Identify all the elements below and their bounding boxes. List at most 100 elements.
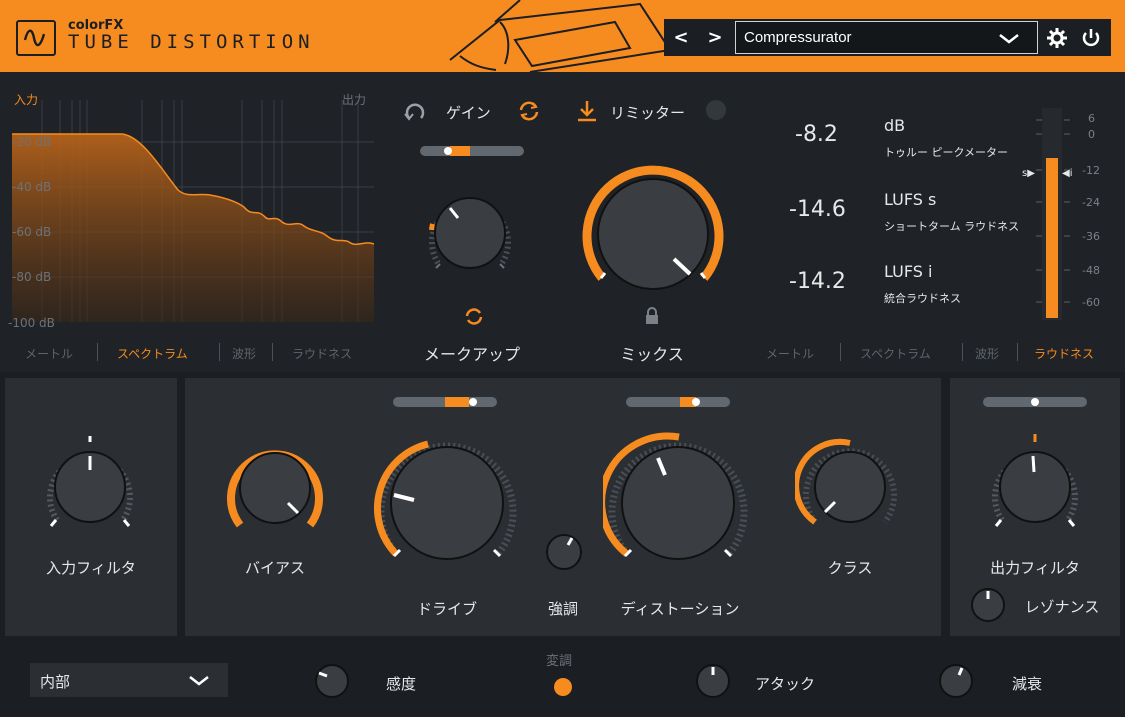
chevron-down-icon xyxy=(189,676,209,686)
bias-knob[interactable] xyxy=(220,433,330,533)
gain-label: ゲイン xyxy=(446,104,491,122)
distortion-knob[interactable] xyxy=(603,430,753,562)
tab-spectrum-left[interactable]: スペクトラム xyxy=(117,345,188,362)
distortion-label: ディストーション xyxy=(620,600,740,618)
db-tick: -80 dB xyxy=(12,270,52,284)
input-filter-label: 入力フィルタ xyxy=(46,559,136,577)
tab-meter-right[interactable]: メートル xyxy=(766,345,814,362)
gain-balance-slider[interactable] xyxy=(420,146,524,156)
makeup-link-icon[interactable] xyxy=(463,305,485,327)
spectrum-input-label: 入力 xyxy=(14,93,39,107)
product-name: TUBE DISTORTION xyxy=(68,31,315,53)
reset-icon[interactable] xyxy=(402,98,428,124)
drive-balance-handle[interactable] xyxy=(469,398,477,406)
output-filter-knob[interactable] xyxy=(980,432,1090,532)
makeup-knob[interactable] xyxy=(412,178,528,278)
short-term-desc: ショートターム ラウドネス xyxy=(884,220,1020,233)
meter-scale-label: 0 xyxy=(1088,128,1095,141)
mix-lock-icon[interactable] xyxy=(644,307,660,325)
tab-loudness-left[interactable]: ラウドネス xyxy=(292,345,352,362)
tab-spectrum-right[interactable]: スペクトラム xyxy=(860,345,931,362)
true-peak-unit: dB xyxy=(884,116,906,135)
tab-divider xyxy=(97,343,98,361)
decay-label: 減衰 xyxy=(1012,675,1043,693)
true-peak-value: -8.2 xyxy=(795,122,838,147)
drive-label: ドライブ xyxy=(416,600,477,618)
distortion-balance-handle[interactable] xyxy=(692,398,700,406)
modulation-label: 変調 xyxy=(546,654,573,669)
short-term-marker-label: s xyxy=(1022,168,1028,179)
short-term-value: -14.6 xyxy=(789,197,846,222)
meter-scale-label: 6 xyxy=(1088,112,1095,125)
meter-scale-label: -36 xyxy=(1082,230,1100,243)
meter-scale-label: -12 xyxy=(1082,164,1100,177)
mix-label: ミックス xyxy=(620,345,684,364)
source-select-value: 内部 xyxy=(40,673,71,691)
spectrum-display xyxy=(12,90,375,330)
meter-scale-label: -24 xyxy=(1082,196,1100,209)
meter-scale-label: -48 xyxy=(1082,264,1100,277)
tab-waveform-left[interactable]: 波形 xyxy=(232,345,256,362)
tab-divider xyxy=(219,343,220,361)
db-tick: -60 dB xyxy=(12,225,52,239)
download-icon[interactable] xyxy=(575,98,599,124)
next-preset-button[interactable]: > xyxy=(698,19,732,56)
bias-label: バイアス xyxy=(244,559,305,577)
preset-dropdown[interactable]: Compressurator xyxy=(735,21,1038,54)
gain-balance-handle[interactable] xyxy=(444,147,452,155)
emphasis-label: 強調 xyxy=(547,600,578,618)
modulation-toggle[interactable] xyxy=(554,678,572,696)
class-label: クラス xyxy=(827,559,873,577)
header-bar: colorFX TUBE DISTORTION < > Compressurat… xyxy=(0,0,1125,72)
preset-bar: < > Compressurator xyxy=(664,19,1111,56)
emphasis-knob[interactable] xyxy=(544,532,584,572)
input-filter-knob[interactable] xyxy=(35,432,145,532)
tab-divider xyxy=(1017,343,1018,361)
drive-knob[interactable] xyxy=(372,430,522,562)
drive-balance-fill xyxy=(445,397,469,407)
meter-scale-label: -60 xyxy=(1082,296,1100,309)
power-icon[interactable] xyxy=(1076,23,1106,53)
resonance-label: レゾナンス xyxy=(1024,598,1100,616)
integrated-marker: ◀i xyxy=(1062,168,1073,179)
integrated-unit: LUFS i xyxy=(884,262,933,281)
short-term-marker: s▶ xyxy=(1022,168,1035,179)
attack-label: アタック xyxy=(755,675,816,693)
drive-balance-slider[interactable] xyxy=(393,397,497,407)
resonance-knob[interactable] xyxy=(970,587,1006,623)
output-balance-slider[interactable] xyxy=(983,397,1087,407)
tab-divider xyxy=(962,343,963,361)
gain-link-icon[interactable] xyxy=(516,98,542,124)
output-balance-handle[interactable] xyxy=(1031,398,1039,406)
decay-knob[interactable] xyxy=(938,663,974,699)
integrated-value: -14.2 xyxy=(789,269,846,294)
sensitivity-label: 感度 xyxy=(386,675,417,693)
true-peak-desc: トゥルー ピークメーター xyxy=(884,146,1009,159)
tab-loudness-right[interactable]: ラウドネス xyxy=(1034,345,1094,362)
db-tick: -20 dB xyxy=(12,135,52,149)
short-term-unit: LUFS s xyxy=(884,190,937,209)
settings-gear-icon[interactable] xyxy=(1042,23,1072,53)
tube-illustration xyxy=(449,0,670,72)
limiter-toggle[interactable] xyxy=(706,100,726,120)
logo-icon xyxy=(16,20,56,56)
db-tick: -100 dB xyxy=(8,316,55,330)
limiter-label: リミッター xyxy=(610,104,686,122)
tab-waveform-right[interactable]: 波形 xyxy=(975,345,999,362)
spectrum-output-label: 出力 xyxy=(342,93,367,107)
preset-name: Compressurator xyxy=(744,29,852,46)
meter-ticks xyxy=(1036,119,1070,303)
db-tick: -40 dB xyxy=(12,180,52,194)
distortion-balance-slider[interactable] xyxy=(626,397,730,407)
integrated-marker-label: i xyxy=(1069,168,1073,179)
class-knob[interactable] xyxy=(795,432,905,532)
prev-preset-button[interactable]: < xyxy=(664,19,698,56)
mix-knob[interactable] xyxy=(580,160,726,290)
tab-divider xyxy=(272,343,273,361)
attack-knob[interactable] xyxy=(695,663,731,699)
output-filter-label: 出力フィルタ xyxy=(990,559,1080,577)
tab-divider xyxy=(840,343,841,361)
sensitivity-knob[interactable] xyxy=(314,663,350,699)
source-select[interactable]: 内部 xyxy=(30,663,228,697)
tab-meter-left[interactable]: メートル xyxy=(25,345,73,362)
